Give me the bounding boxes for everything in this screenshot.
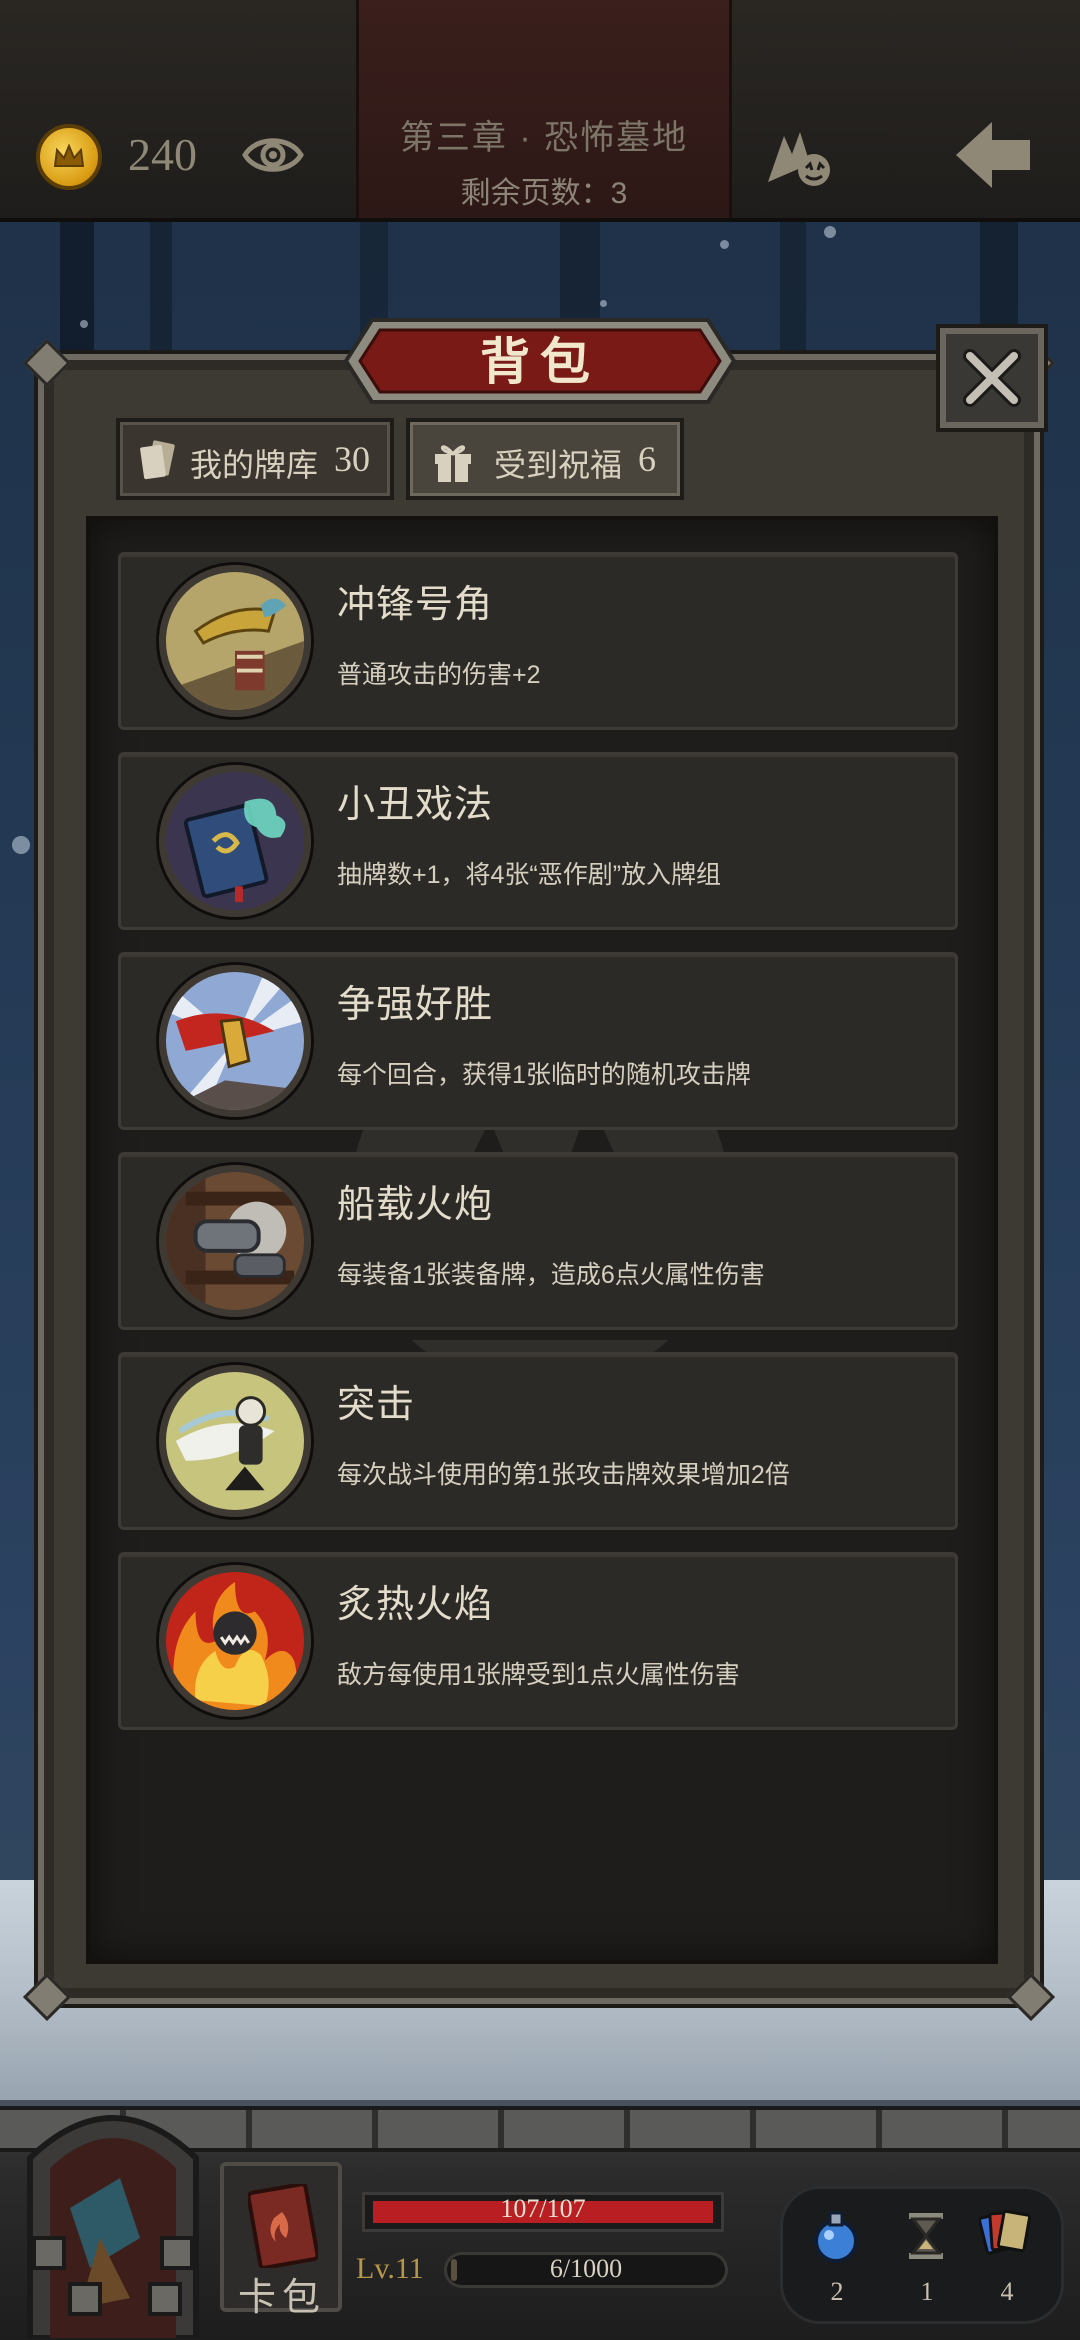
resource-panel: 2 1 4 <box>780 2186 1064 2324</box>
blessing-name: 突击 <box>337 1384 416 1426</box>
blessing-name: 争强好胜 <box>337 984 494 1026</box>
blessing-desc: 每次战斗使用的第1张攻击牌效果增加2倍 <box>337 1461 790 1489</box>
tab-my-deck[interactable]: 我的牌库 30 <box>116 418 394 500</box>
gift-icon <box>435 445 471 482</box>
blessing-card[interactable]: 冲锋号角 普通攻击的伤害+2 <box>118 552 958 730</box>
bag-title: 背包 <box>480 334 600 390</box>
blessing-desc: 敌方每使用1张牌受到1点火属性伤害 <box>337 1661 740 1689</box>
blessing-card[interactable]: 炙热火焰 敌方每使用1张牌受到1点火属性伤害 <box>118 1552 958 1730</box>
hp-text: 107/107 <box>500 2194 586 2223</box>
blessing-card[interactable]: 船载火炮 每装备1张装备牌，造成6点火属性伤害 <box>118 1152 958 1330</box>
card-bag-label: 卡包 <box>237 2277 326 2319</box>
blessing-card[interactable]: 小丑戏法 抽牌数+1，将4张“恶作剧”放入牌组 <box>118 752 958 930</box>
tab-my-deck-count: 30 <box>334 439 370 479</box>
potion-count: 2 <box>830 2277 844 2306</box>
card-book-icon <box>248 2184 318 2268</box>
potion-icon[interactable] <box>809 2209 863 2263</box>
top-bar: 240 第三章 · 恐怖墓地 剩余页数：3 <box>0 0 1080 222</box>
crown-coin-icon <box>36 124 102 190</box>
blessing-card[interactable]: 突击 每次战斗使用的第1张攻击牌效果增加2倍 <box>118 1352 958 1530</box>
blessing-desc: 抽牌数+1，将4张“恶作剧”放入牌组 <box>337 861 722 889</box>
chapter-title: 第三章 · 恐怖墓地 <box>399 119 689 157</box>
flame-icon <box>159 1565 311 1717</box>
cannon-icon <box>159 1165 311 1317</box>
blessing-name: 船载火炮 <box>337 1184 494 1226</box>
back-arrow-icon[interactable] <box>952 118 1034 192</box>
cards-count: 4 <box>1000 2277 1014 2306</box>
assault-icon <box>159 1365 311 1517</box>
blessing-name: 小丑戏法 <box>337 784 494 826</box>
hero-portrait[interactable] <box>10 2088 216 2338</box>
blessing-desc: 每个回合，获得1张临时的随机攻击牌 <box>337 1061 751 1089</box>
chapter-banner: 第三章 · 恐怖墓地 剩余页数：3 <box>356 0 732 218</box>
card-deck-icon <box>140 440 175 480</box>
xp-text: 6/1000 <box>549 2254 623 2283</box>
horn-icon <box>159 565 311 717</box>
spellbook-icon <box>159 765 311 917</box>
blessing-name: 炙热火焰 <box>337 1584 494 1626</box>
blessing-name: 冲锋号角 <box>337 584 494 626</box>
close-button[interactable] <box>940 328 1044 428</box>
close-icon <box>963 349 1021 407</box>
hourglass-count: 1 <box>920 2277 934 2306</box>
eye-icon[interactable] <box>242 128 304 182</box>
tab-blessings-count: 6 <box>638 439 656 479</box>
level-text: Lv.11 <box>356 2252 424 2285</box>
blessing-card[interactable]: 争强好胜 每个回合，获得1张临时的随机攻击牌 <box>118 952 958 1130</box>
gold-amount: 240 <box>128 129 197 180</box>
pages-remaining: 剩余页数：3 <box>460 177 628 210</box>
hourglass-icon[interactable] <box>899 2209 953 2263</box>
pet-icon[interactable] <box>762 124 838 190</box>
tab-blessings[interactable]: 受到祝福 6 <box>406 418 684 500</box>
duelist-icon <box>159 965 311 1117</box>
tab-my-deck-label: 我的牌库 <box>190 447 319 483</box>
blessing-desc: 每装备1张装备牌，造成6点火属性伤害 <box>337 1261 765 1289</box>
cards-icon[interactable] <box>979 2205 1033 2259</box>
blessing-desc: 普通攻击的伤害+2 <box>337 661 541 689</box>
tab-blessings-label: 受到祝福 <box>494 447 623 483</box>
